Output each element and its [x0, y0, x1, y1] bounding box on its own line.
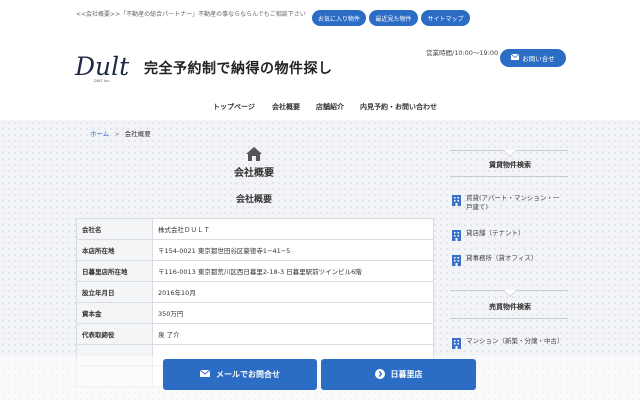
section-title: 会社概要 [235, 195, 272, 205]
sidebar-item-label: 貸事務所（貸オフィス） [466, 254, 538, 262]
table-row: 会社名 株式会社ＤＵＬＴ [76, 218, 434, 240]
row-label: 代表取締役 [76, 323, 153, 345]
bottom-overlay [0, 356, 640, 400]
contact-button[interactable]: お問い合せ [500, 49, 566, 67]
business-hours: 営業時間/10:00～19:00 [426, 49, 499, 57]
table-row: 日暮里店所在地 〒116-0013 東京都荒川区西日暮里2-18-3 日暮里駅前… [76, 260, 434, 282]
row-label: 資本金 [76, 302, 153, 324]
row-label: 日暮里店所在地 [76, 260, 153, 282]
sidebar-divider [450, 318, 568, 319]
nippori-store-button[interactable]: 日暮里店 [321, 359, 476, 390]
building-icon [452, 338, 461, 349]
favorites-button[interactable]: お気に入り物件 [312, 10, 366, 26]
sidebar-item-rental-residential[interactable]: 賃貸(アパート・マンション・一戸建て) [452, 194, 561, 212]
nav-stores[interactable]: 店舗紹介 [316, 102, 344, 112]
sidebar-item-sale-mansion[interactable]: マンション（新築・分譲・中古） [452, 337, 564, 349]
recently-viewed-button[interactable]: 最近見た物件 [369, 10, 418, 26]
row-value: 〒116-0013 東京都荒川区西日暮里2-18-3 日暮里駅前ツインビル6階 [152, 260, 434, 282]
logo-text: Dult [74, 52, 130, 81]
sidebar-item-label: 貸店舗（テナント） [466, 229, 525, 237]
row-value: 泉 了介 [152, 323, 434, 345]
sidebar-item-rental-store[interactable]: 貸店舗（テナント） [452, 229, 561, 241]
row-value: 2016年10月 [152, 281, 434, 303]
mail-contact-button[interactable]: メールでお問合せ [163, 359, 317, 390]
page-title: 会社概要 [234, 168, 274, 179]
tagline: <<会社概要>>「不動産の総合パートナー」不動産の事ならならんでもご相談下さい [76, 11, 306, 18]
sidebar-rent-title: 賃貸物件検索 [489, 161, 531, 169]
sidebar-item-label: マンション（新築・分譲・中古） [466, 337, 564, 345]
mail-icon [510, 53, 520, 62]
sidebar-divider [450, 176, 568, 177]
sidebar-item-rental-office[interactable]: 貸事務所（貸オフィス） [452, 254, 561, 266]
nav-top-page[interactable]: トップページ [213, 102, 255, 112]
breadcrumb-separator: > [114, 130, 120, 138]
contact-button-label: お問い合せ [522, 55, 555, 63]
table-row: 資本金 350万円 [76, 302, 434, 324]
breadcrumb-home[interactable]: ホーム [90, 130, 109, 138]
mail-icon [199, 369, 211, 379]
nippori-store-label: 日暮里店 [390, 370, 423, 379]
row-label: 本店所在地 [76, 239, 153, 261]
nav-company[interactable]: 会社概要 [272, 102, 300, 112]
row-value: 株式会社ＤＵＬＴ [152, 218, 434, 240]
breadcrumb-current: 会社概要 [124, 130, 151, 138]
mail-contact-label: メールでお問合せ [216, 370, 280, 379]
table-row: 代表取締役 泉 了介 [76, 323, 434, 345]
nav-reservation[interactable]: 内見予約・お問い合わせ [360, 102, 437, 112]
table-row: 本店所在地 〒154-0021 東京都世田谷区豪徳寺1−41−5 [76, 239, 434, 261]
house-icon [245, 146, 263, 162]
building-icon [452, 230, 461, 241]
top-bar: <<会社概要>>「不動産の総合パートナー」不動産の事ならならんでもご相談下さい … [0, 0, 640, 32]
breadcrumb: ホーム > 会社概要 [90, 128, 151, 138]
table-row: 設立年月日 2016年10月 [76, 281, 434, 303]
logo-subtext: DULT Inc. [94, 79, 110, 83]
site-title: 完全予約制で納得の物件探し [144, 61, 333, 77]
row-value: 350万円 [152, 302, 434, 324]
building-icon [452, 255, 461, 266]
row-value: 〒154-0021 東京都世田谷区豪徳寺1−41−5 [152, 239, 434, 261]
sidebar-item-label: 賃貸(アパート・マンション・一戸建て) [466, 194, 560, 211]
building-icon [452, 195, 461, 206]
site-logo[interactable]: Dult DULT Inc. [74, 50, 136, 84]
chevron-right-circle-icon [374, 368, 385, 381]
sidebar-sale-title: 売買物件検索 [489, 303, 531, 311]
row-label: 会社名 [76, 218, 153, 240]
sitemap-button[interactable]: サイトマップ [421, 10, 470, 26]
row-label: 設立年月日 [76, 281, 153, 303]
